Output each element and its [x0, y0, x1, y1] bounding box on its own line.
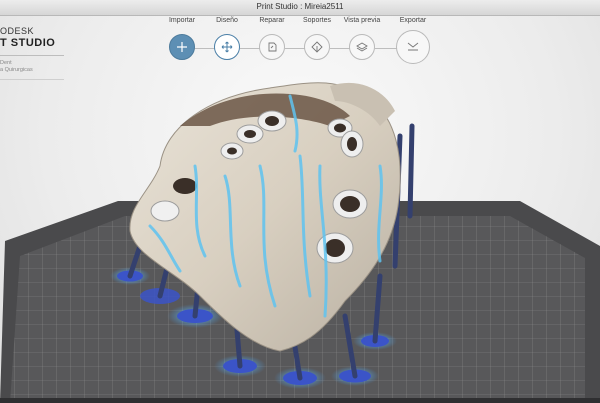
- brand-divider: [0, 55, 64, 56]
- project-subtitle: a Quirurgicas: [0, 67, 33, 73]
- move-icon: [221, 41, 233, 53]
- step-label: Exportar: [399, 17, 427, 24]
- brand-panel: ODESK T STUDIO Dent a Quirurgicas: [0, 26, 64, 80]
- layers-icon: [356, 42, 368, 52]
- 3d-viewport[interactable]: ODESK T STUDIO Dent a Quirurgicas: [0, 16, 600, 403]
- preview-button[interactable]: [349, 34, 375, 60]
- plus-icon: [177, 42, 187, 52]
- workflow-toolbar: Importar Diseño Reparar Soportes Vista p…: [150, 16, 450, 72]
- export-icon: [407, 42, 419, 51]
- window-title: Print Studio : Mireia2511: [256, 2, 344, 11]
- export-button[interactable]: [396, 30, 430, 64]
- repair-button[interactable]: [259, 34, 285, 60]
- window-titlebar: Print Studio : Mireia2511: [0, 0, 600, 16]
- import-button[interactable]: [169, 34, 195, 60]
- supports-button[interactable]: [304, 34, 330, 60]
- step-exportar[interactable]: Exportar: [383, 16, 443, 64]
- brand-name: ODESK: [0, 26, 35, 36]
- supports-icon: [311, 41, 323, 53]
- project-name: Dent: [0, 60, 12, 66]
- design-button[interactable]: [214, 34, 240, 60]
- brand-divider-2: [0, 79, 64, 80]
- print-scene[interactable]: [0, 16, 600, 403]
- product-name: T STUDIO: [0, 37, 56, 49]
- repair-icon: [268, 42, 277, 52]
